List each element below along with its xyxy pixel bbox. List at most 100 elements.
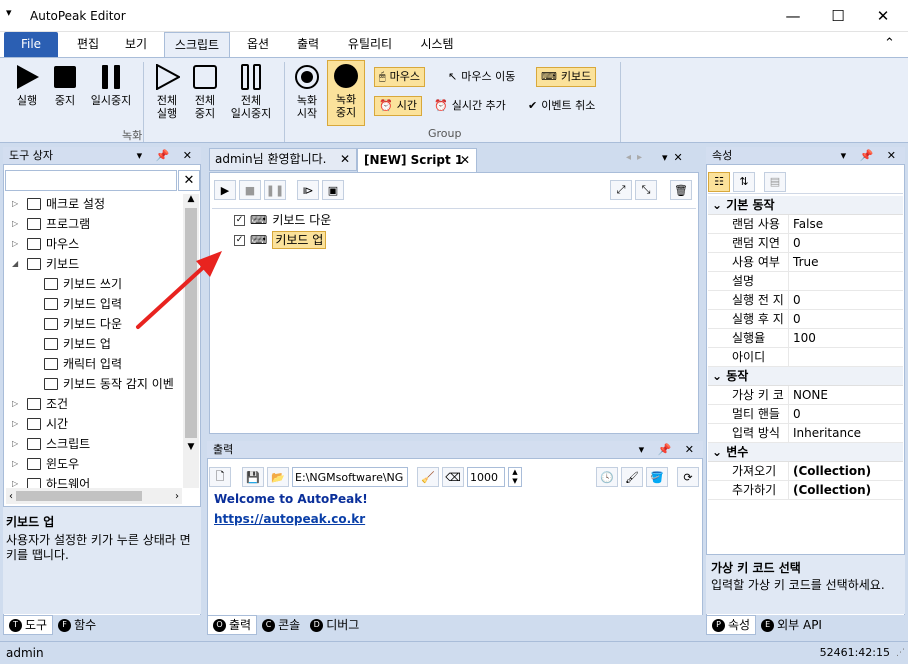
- tab-edit[interactable]: 편집: [66, 32, 110, 58]
- toolbox-item[interactable]: ▷ 하드웨어: [6, 474, 182, 488]
- property-value[interactable]: 0: [788, 405, 903, 423]
- run-button[interactable]: 실행: [8, 62, 46, 126]
- toolbox-item[interactable]: 키보드 업: [6, 334, 182, 354]
- tab-output[interactable]: 출력: [286, 32, 330, 58]
- time-record-toggle[interactable]: ⏰ 시간: [374, 96, 422, 116]
- expand-toggle-icon[interactable]: ▷: [12, 394, 22, 414]
- tree-vertical-scrollbar[interactable]: ▲ ▼: [183, 194, 199, 488]
- script-item[interactable]: ✓ ⌨ 키보드 업: [234, 230, 327, 250]
- property-row[interactable]: 멀티 핸들 0: [708, 405, 903, 424]
- property-value[interactable]: True: [788, 253, 903, 271]
- brush-button[interactable]: 🖌: [621, 467, 643, 487]
- property-category[interactable]: ⌄ 변수: [708, 443, 903, 462]
- toolbox-item[interactable]: 키보드 동작 감지 이벤: [6, 374, 182, 394]
- property-row[interactable]: 랜덤 사용 False: [708, 215, 903, 234]
- tab-system[interactable]: 시스템: [410, 32, 464, 58]
- alphabetical-button[interactable]: ⇅: [733, 171, 755, 192]
- category-toggle-icon[interactable]: ⌄: [712, 198, 726, 212]
- editor-pause-button[interactable]: ❚❚: [264, 180, 286, 200]
- minimize-button[interactable]: —: [770, 0, 816, 32]
- toolbox-item[interactable]: 캐릭터 입력: [6, 354, 182, 374]
- collapse-button[interactable]: ⤡: [635, 180, 657, 200]
- save-log-button[interactable]: 💾: [242, 467, 264, 487]
- stop-button[interactable]: 중지: [48, 62, 82, 126]
- realtime-add-toggle[interactable]: ⏰ 실시간 추가: [430, 96, 510, 116]
- tab-script[interactable]: 스크립트: [164, 32, 230, 58]
- number-stepper[interactable]: ▲ ▼: [508, 467, 522, 487]
- toolbox-item[interactable]: ▷ 윈도우: [6, 454, 182, 474]
- checkbox[interactable]: ✓: [234, 214, 245, 226]
- panel-controls[interactable]: ▾ 📌 ✕: [137, 147, 197, 165]
- property-row[interactable]: 가상 키 코 NONE: [708, 386, 903, 405]
- toolbox-search-input[interactable]: [5, 170, 177, 191]
- property-value[interactable]: Inheritance: [788, 424, 903, 442]
- property-row[interactable]: 실행 후 지 0: [708, 310, 903, 329]
- log-path-input[interactable]: [292, 467, 408, 487]
- maximize-button[interactable]: ☐: [815, 0, 861, 32]
- expand-toggle-icon[interactable]: ▷: [12, 434, 22, 454]
- clear-search-button[interactable]: ✕: [178, 170, 200, 191]
- tab-functions[interactable]: F 함수: [53, 615, 101, 635]
- tab-welcome[interactable]: admin님 환영합니다. ✕: [209, 148, 357, 171]
- run-all-button[interactable]: 전체 실행: [148, 62, 186, 126]
- expand-button[interactable]: ⤢: [610, 180, 632, 200]
- clean-button[interactable]: 🧹: [417, 467, 439, 487]
- property-pages-button[interactable]: ▤: [764, 171, 786, 192]
- editor-step-button[interactable]: ⧐: [297, 180, 319, 200]
- timestamp-button[interactable]: 🕓: [596, 467, 618, 487]
- property-value[interactable]: 0: [788, 234, 903, 252]
- panel-controls[interactable]: ▾ 📌 ✕: [639, 441, 699, 459]
- expand-toggle-icon[interactable]: ▷: [12, 454, 22, 474]
- toolbox-item[interactable]: ▷ 매크로 설정: [6, 194, 182, 214]
- property-value[interactable]: [788, 348, 903, 366]
- checkbox[interactable]: ✓: [234, 234, 245, 246]
- pause-all-button[interactable]: 전체 일시중지: [226, 62, 276, 126]
- property-row[interactable]: 추가하기 (Collection): [708, 481, 903, 500]
- close-button[interactable]: ✕: [860, 0, 906, 32]
- panel-controls[interactable]: ▾ 📌 ✕: [841, 147, 901, 165]
- toolbox-item[interactable]: ▷ 프로그램: [6, 214, 182, 234]
- property-row[interactable]: 실행 전 지 0: [708, 291, 903, 310]
- property-value[interactable]: [788, 272, 903, 290]
- property-value[interactable]: NONE: [788, 386, 903, 404]
- toolbox-item[interactable]: ▷ 조건: [6, 394, 182, 414]
- property-row[interactable]: 랜덤 지연 0: [708, 234, 903, 253]
- max-lines-input[interactable]: [467, 467, 505, 487]
- tab-options[interactable]: 옵션: [236, 32, 280, 58]
- property-value[interactable]: 0: [788, 310, 903, 328]
- editor-stop-button[interactable]: ■: [239, 180, 261, 200]
- resize-grip-icon[interactable]: ⋰: [896, 648, 905, 658]
- editor-run-button[interactable]: ▶: [214, 180, 236, 200]
- property-value[interactable]: False: [788, 215, 903, 233]
- category-toggle-icon[interactable]: ⌄: [712, 445, 726, 459]
- property-value[interactable]: (Collection): [788, 481, 903, 499]
- toolbox-item[interactable]: ▷ 시간: [6, 414, 182, 434]
- tab-utility[interactable]: 유틸리티: [338, 32, 402, 58]
- property-row[interactable]: 아이디: [708, 348, 903, 367]
- mouse-move-toggle[interactable]: ↖ 마우스 이동: [444, 67, 519, 87]
- property-category[interactable]: ⌄ 동작: [708, 367, 903, 386]
- property-category[interactable]: ⌄ 기본 동작: [708, 196, 903, 215]
- toolbox-item[interactable]: ▷ 스크립트: [6, 434, 182, 454]
- eraser-button[interactable]: ⌫: [442, 467, 464, 487]
- system-menu-icon[interactable]: ▾: [6, 6, 12, 19]
- tab-tools[interactable]: T 도구: [3, 615, 54, 635]
- expand-toggle-icon[interactable]: ▷: [12, 414, 22, 434]
- mouse-record-toggle[interactable]: 🖱 마우스: [374, 67, 425, 87]
- tab-properties[interactable]: P 속성: [706, 615, 757, 635]
- output-link[interactable]: https://autopeak.co.kr: [214, 512, 365, 526]
- property-value[interactable]: (Collection): [788, 462, 903, 480]
- record-start-button[interactable]: 녹화 시작: [288, 62, 326, 126]
- categorized-button[interactable]: ☷: [708, 171, 730, 192]
- property-row[interactable]: 가져오기 (Collection): [708, 462, 903, 481]
- property-row[interactable]: 실행율 100: [708, 329, 903, 348]
- fill-button[interactable]: 🪣: [646, 467, 668, 487]
- category-toggle-icon[interactable]: ⌄: [712, 369, 726, 383]
- expand-toggle-icon[interactable]: ▷: [12, 474, 22, 488]
- new-log-button[interactable]: 🗋: [209, 467, 231, 487]
- editor-play-box-button[interactable]: ▣: [322, 180, 344, 200]
- event-cancel-toggle[interactable]: ✔ 이벤트 취소: [524, 96, 599, 116]
- tree-horizontal-scrollbar[interactable]: ‹ ›: [6, 488, 182, 504]
- stop-all-button[interactable]: 전체 중지: [186, 62, 224, 126]
- property-value[interactable]: 100: [788, 329, 903, 347]
